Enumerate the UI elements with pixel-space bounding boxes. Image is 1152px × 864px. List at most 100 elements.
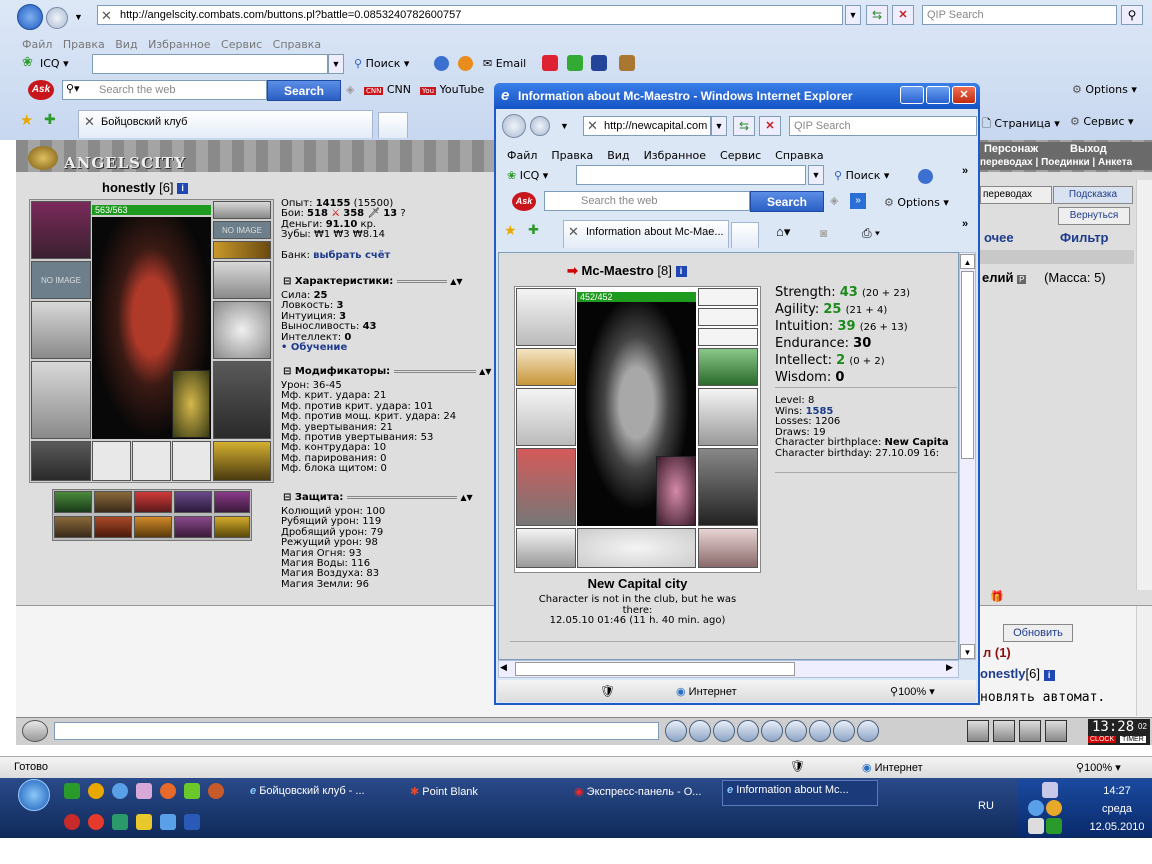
menu-tools[interactable]: Сервис	[221, 38, 262, 51]
side-button-hint[interactable]: Подсказка	[1053, 186, 1133, 204]
quicklaunch-icon-4[interactable]	[136, 783, 152, 799]
tray-volume-icon[interactable]	[1028, 818, 1044, 834]
eraser-icon[interactable]	[689, 720, 711, 742]
new-tab-button[interactable]	[378, 112, 408, 138]
clock-label[interactable]: CLOCK	[1088, 736, 1117, 743]
popup-scroll-thumb[interactable]	[961, 271, 974, 459]
mc-slot-rings[interactable]	[698, 328, 758, 346]
menu-favorites[interactable]: Избранное	[148, 38, 210, 51]
popup-options-button[interactable]: ⚙ Options ▾	[884, 196, 949, 209]
collapse-icon[interactable]: ⊟	[283, 366, 291, 377]
slot-empty-2[interactable]	[132, 441, 171, 481]
chat-mode-icon[interactable]	[22, 720, 48, 742]
spell-slot-3[interactable]	[134, 491, 172, 513]
popup-menu-favorites[interactable]: Избранное	[644, 149, 706, 162]
popup-scroll-up-icon[interactable]: ▲	[960, 254, 975, 269]
training-link[interactable]: • Обучение	[281, 342, 377, 353]
email-button[interactable]: ✉ Email	[483, 57, 526, 70]
maximize-button[interactable]	[926, 86, 950, 104]
filter-icon[interactable]	[713, 720, 735, 742]
popup-add-favorites-icon[interactable]: ✚	[528, 222, 539, 238]
popup-history-dropdown-icon[interactable]: ▼	[560, 121, 569, 131]
tab-fight-club[interactable]: Бойцовский клуб	[78, 110, 373, 138]
mc-name[interactable]: Mc-Maestro	[582, 263, 654, 278]
mc-slot-weapon[interactable]	[516, 388, 576, 446]
chat-input[interactable]	[54, 722, 659, 740]
top-link-fights[interactable]: Поединки	[1041, 157, 1090, 168]
mc-slot-amulet[interactable]	[698, 288, 758, 306]
popup-more-icon[interactable]: »	[850, 193, 866, 209]
quicklaunch-icon-12[interactable]	[160, 814, 176, 830]
history-dropdown-icon[interactable]: ▼	[74, 12, 83, 22]
quicklaunch-icon-13[interactable]	[184, 814, 200, 830]
quicklaunch-icon-7[interactable]	[208, 783, 224, 799]
mc-slot-earrings[interactable]	[698, 308, 758, 326]
popup-icq-input[interactable]	[576, 165, 806, 185]
popup-tab-info[interactable]: Information about Mc-Mae...	[563, 220, 729, 248]
popup-toolbar-blue-icon[interactable]	[918, 169, 933, 184]
mc-slot-boots[interactable]	[698, 528, 758, 568]
popup-feed-icon[interactable]: ◙	[820, 226, 827, 240]
favorites-star-icon[interactable]: ★	[20, 111, 33, 129]
menu-view[interactable]: Вид	[115, 38, 137, 51]
mc-slot-emblem[interactable]	[577, 528, 696, 568]
slot-empty-1[interactable]	[92, 441, 131, 481]
slot-gloves[interactable]	[213, 261, 271, 299]
popup-address-dropdown-icon[interactable]: ▼	[711, 116, 727, 136]
quicklaunch-icon-8[interactable]	[64, 814, 80, 830]
tray-ok-icon[interactable]	[1046, 800, 1062, 816]
popup-chevron2-icon[interactable]: »	[962, 218, 968, 230]
icq-dropdown-icon[interactable]: ▼	[328, 54, 344, 74]
sound-icon[interactable]	[809, 720, 831, 742]
address-bar[interactable]: http://angelscity.combats.com/buttons.pl…	[97, 5, 843, 25]
collapse-icon[interactable]: ⊟	[283, 276, 291, 287]
back-button[interactable]	[17, 4, 43, 30]
ask-search-input[interactable]: Search the web	[62, 80, 267, 100]
icq-button[interactable]: ICQ ▾	[40, 57, 69, 70]
slot-noimage-left[interactable]: NO IMAGE	[31, 261, 91, 299]
friends-icon[interactable]	[993, 720, 1015, 742]
mc-slot-gloves[interactable]	[698, 348, 758, 386]
bank-link[interactable]: выбрать счёт	[313, 250, 390, 261]
side-button-return[interactable]: Вернуться	[1058, 207, 1130, 225]
tray-network-icon[interactable]	[1028, 800, 1044, 816]
chat-scrollbar[interactable]	[1136, 606, 1152, 716]
tools-menu-button[interactable]: ⚙ Сервис ▾	[1070, 115, 1134, 128]
toolbar-red-icon[interactable]	[542, 55, 558, 71]
popup-hscroll-right-icon[interactable]: ▶	[946, 662, 953, 673]
spell-slot-7[interactable]	[94, 516, 132, 538]
characteristics-header[interactable]: ⊟ Характеристики: ▲▼	[283, 276, 493, 287]
popup-search-button[interactable]: ⚲ Поиск ▾	[834, 169, 889, 182]
slot-amulet[interactable]	[213, 201, 271, 219]
enter-icon[interactable]	[665, 720, 687, 742]
toolbar-blue-icon[interactable]	[434, 56, 449, 71]
slot-shield[interactable]	[213, 301, 271, 359]
mc-slot-bracers[interactable]	[516, 348, 576, 386]
language-indicator[interactable]: RU	[978, 800, 994, 812]
taskbar-item-fight-club[interactable]: e Бойцовский клуб - ...	[246, 782, 402, 806]
mc-slot-belt[interactable]	[516, 528, 576, 568]
popup-hscroll-left-icon[interactable]: ◀	[500, 662, 507, 673]
slot-boots[interactable]	[213, 441, 271, 481]
spell-slot-9[interactable]	[174, 516, 212, 538]
popup-home-icon[interactable]: ⌂▾	[776, 224, 790, 240]
walk-icon[interactable]	[761, 720, 783, 742]
ask-search-button[interactable]: Search	[267, 80, 341, 101]
popup-print-icon[interactable]: ⎙ ▾	[862, 226, 880, 241]
taskbar-item-point-blank[interactable]: ✱ Point Blank	[406, 782, 562, 806]
page-menu-button[interactable]: 🗋 Страница ▾	[982, 115, 1060, 134]
slot-weapon[interactable]	[31, 301, 91, 359]
side-header-other[interactable]: очее	[984, 230, 1014, 245]
minimize-button[interactable]	[900, 86, 924, 104]
cnn-button[interactable]: CNN CNN	[364, 83, 411, 96]
hand-icon[interactable]	[967, 720, 989, 742]
spell-slot-8[interactable]	[134, 516, 172, 538]
taskbar-item-info[interactable]: e Information about Mc...	[722, 780, 878, 806]
quicklaunch-icon-2[interactable]	[88, 783, 104, 799]
popup-hscroll-thumb[interactable]	[515, 662, 795, 676]
toolbar-brown-icon[interactable]	[619, 55, 635, 71]
add-favorites-icon[interactable]: ✚	[44, 111, 56, 128]
popup-back-button[interactable]	[502, 114, 526, 138]
menu-help[interactable]: Справка	[273, 38, 321, 51]
popup-ask-search-button[interactable]: Search	[750, 191, 824, 212]
